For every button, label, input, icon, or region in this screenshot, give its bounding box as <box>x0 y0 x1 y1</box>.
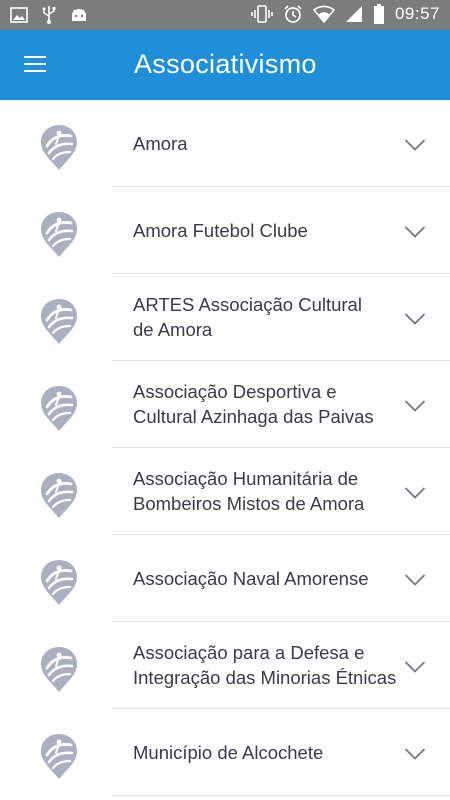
association-logo-icon <box>41 647 77 692</box>
association-logo-icon <box>41 560 77 605</box>
app-bar: Associativismo <box>0 30 450 100</box>
list-item[interactable]: Associação para a Defesa e Integração da… <box>0 622 450 709</box>
list-item[interactable]: ARTES Associação Cultural de Amora <box>0 274 450 361</box>
image-icon <box>10 7 28 23</box>
signal-icon <box>345 5 363 23</box>
association-logo-icon <box>41 125 77 170</box>
list-item-label: Associação para a Defesa e Integração da… <box>133 642 397 688</box>
wifi-icon <box>312 5 335 23</box>
android-icon <box>70 7 88 23</box>
vibrate-icon <box>251 4 273 24</box>
status-time: 09:57 <box>394 4 440 23</box>
alarm-icon <box>283 4 303 24</box>
list-item[interactable]: Amora <box>0 100 450 187</box>
chevron-down-icon[interactable] <box>404 312 426 326</box>
chevron-down-icon[interactable] <box>404 399 426 413</box>
list-item-label: Município de Alcochete <box>133 741 324 763</box>
association-logo-icon <box>41 299 77 344</box>
list-item-label: Amora <box>133 132 188 154</box>
list-item[interactable]: Associação Desportiva e Cultural Azinhag… <box>0 361 450 448</box>
list-item[interactable]: Associação Naval Amorense <box>0 535 450 622</box>
status-bar: 09:57 <box>0 0 450 30</box>
list-item[interactable]: Amora Futebol Clube <box>0 187 450 274</box>
association-logo-icon <box>41 212 77 257</box>
battery-icon <box>373 4 385 24</box>
association-logo-icon <box>41 473 77 518</box>
chevron-down-icon[interactable] <box>404 747 426 761</box>
list-item[interactable]: Associação Humanitária de Bombeiros Mist… <box>0 448 450 535</box>
association-logo-icon <box>41 386 77 431</box>
association-logo-icon <box>41 734 77 779</box>
divider <box>112 795 450 796</box>
list-item[interactable]: Município de Alcochete <box>0 709 450 796</box>
list-item-label: ARTES Associação Cultural de Amora <box>133 294 362 340</box>
page-title: Associativismo <box>134 49 317 79</box>
list-item-label: Associação Humanitária de Bombeiros Mist… <box>133 468 365 514</box>
hamburger-menu-icon[interactable] <box>16 48 56 82</box>
chevron-down-icon[interactable] <box>404 225 426 239</box>
list-item-label: Associação Desportiva e Cultural Azinhag… <box>133 381 374 427</box>
association-list: Amora Amora Futebol Clube ARTES Associaç… <box>0 100 450 796</box>
chevron-down-icon[interactable] <box>404 660 426 674</box>
chevron-down-icon[interactable] <box>404 486 426 500</box>
chevron-down-icon[interactable] <box>404 138 426 152</box>
list-item-label: Amora Futebol Clube <box>133 219 308 241</box>
chevron-down-icon[interactable] <box>404 573 426 587</box>
list-item-label: Associação Naval Amorense <box>133 567 369 589</box>
usb-icon <box>42 5 56 25</box>
